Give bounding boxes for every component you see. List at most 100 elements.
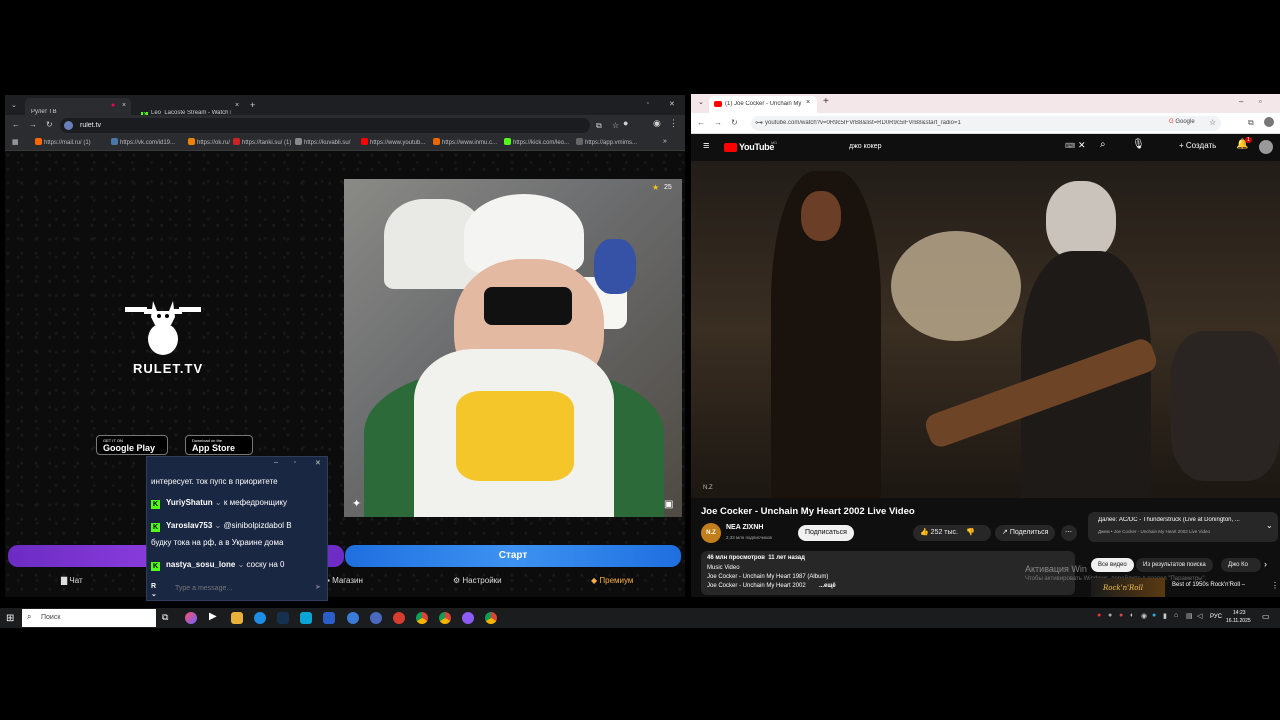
channel-name[interactable]: NEA ZIXNH bbox=[726, 524, 763, 531]
recommended-thumbnail[interactable]: Rock'n'Roll bbox=[1091, 578, 1165, 597]
close-tab-icon[interactable]: × bbox=[806, 99, 810, 106]
extensions-icon[interactable]: ⧉ bbox=[1248, 118, 1254, 128]
copilot-icon[interactable] bbox=[185, 612, 197, 624]
network-icon[interactable]: ▤ bbox=[1186, 612, 1193, 620]
reload-icon[interactable]: ↻ bbox=[731, 118, 738, 127]
chat-username[interactable]: YuriyShatun bbox=[166, 498, 213, 507]
bookmark-kick[interactable]: https://kick.com/leo... bbox=[504, 138, 569, 146]
nav-premium[interactable]: ◆ Премиум bbox=[591, 576, 633, 585]
notification-center-icon[interactable]: ▭ bbox=[1262, 612, 1270, 621]
chevron-down-icon[interactable]: ⌄ bbox=[1266, 521, 1273, 530]
youtube-logo-text[interactable]: YouTube bbox=[739, 142, 774, 152]
filter-chip-search[interactable]: Из результатов поиска bbox=[1136, 558, 1213, 572]
restore-icon[interactable]: ▫ bbox=[1259, 97, 1262, 106]
bookmark-star-icon[interactable]: ☆ bbox=[1209, 118, 1216, 127]
terminal-icon[interactable]: ▶ bbox=[209, 611, 217, 622]
clear-search-icon[interactable]: ✕ bbox=[1078, 140, 1086, 151]
filter-chip-all[interactable]: Все видео bbox=[1091, 558, 1134, 572]
more-options-icon[interactable]: ⋮ bbox=[1271, 581, 1279, 590]
opera-icon[interactable] bbox=[393, 612, 405, 624]
tray-icon[interactable]: ◉ bbox=[1141, 612, 1147, 620]
close-tab-icon[interactable]: × bbox=[235, 102, 239, 109]
create-button[interactable]: + Создать bbox=[1179, 141, 1216, 150]
bookmark-inmu[interactable]: https://www.inmu.c... bbox=[433, 138, 497, 146]
chat-app-icon[interactable] bbox=[300, 612, 312, 624]
file-explorer-icon[interactable] bbox=[231, 612, 243, 624]
microphone-icon[interactable]: 🎙 bbox=[1132, 139, 1145, 150]
popup-close-icon[interactable]: ✕ bbox=[315, 459, 321, 467]
install-app-icon[interactable]: ⧉ bbox=[596, 121, 602, 131]
menu-dots-icon[interactable]: ⋮ bbox=[669, 118, 678, 129]
thumbs-down-icon[interactable]: 👎 bbox=[966, 529, 975, 536]
forward-icon[interactable]: → bbox=[714, 118, 722, 127]
channel-avatar[interactable]: N.Z bbox=[701, 523, 721, 543]
steam-icon[interactable] bbox=[277, 612, 289, 624]
profile-icon[interactable]: ◉ bbox=[653, 118, 661, 129]
popup-minimize-icon[interactable]: – bbox=[274, 459, 278, 466]
clock-date[interactable]: 16.11.2025 bbox=[1226, 618, 1251, 624]
site-info-icon[interactable] bbox=[64, 121, 73, 130]
user-avatar-icon[interactable]: R ⌄ bbox=[151, 583, 162, 598]
more-actions-button[interactable]: ⋯ bbox=[1061, 525, 1077, 541]
language-indicator[interactable]: РУС bbox=[1210, 614, 1222, 620]
back-icon[interactable]: ← bbox=[697, 118, 705, 127]
tray-icon[interactable]: ◐ bbox=[1130, 612, 1134, 619]
site-info-icon[interactable]: ⊶ bbox=[755, 118, 763, 127]
chevron-right-icon[interactable]: › bbox=[1264, 559, 1267, 569]
chat-username[interactable]: nastya_sosu_lone bbox=[166, 560, 235, 569]
chrome-icon[interactable] bbox=[485, 612, 497, 624]
browser-icon[interactable] bbox=[347, 612, 359, 624]
new-tab-icon[interactable]: + bbox=[823, 96, 829, 107]
app-store-button[interactable]: Download on the App Store bbox=[185, 435, 253, 455]
window-close-icon[interactable]: ✕ bbox=[669, 100, 675, 108]
popup-maximize-icon[interactable]: ▫ bbox=[294, 459, 296, 466]
video-description[interactable]: 46 млн просмотров 11 лет назад Music Vid… bbox=[701, 551, 1075, 595]
new-tab-icon[interactable]: + bbox=[250, 100, 255, 110]
youtube-video-player[interactable]: N.Z bbox=[691, 161, 1280, 498]
vpn-icon[interactable] bbox=[370, 612, 382, 624]
account-avatar-icon[interactable] bbox=[1259, 140, 1273, 154]
minimize-icon[interactable]: – bbox=[1239, 97, 1243, 106]
more-bookmarks-icon[interactable]: » bbox=[663, 138, 667, 145]
filter-chip-joe[interactable]: Джо Ко bbox=[1221, 558, 1261, 572]
chat-message-input[interactable] bbox=[175, 581, 310, 595]
youtube-search-input[interactable]: джо кокер bbox=[849, 143, 882, 150]
apps-grid-icon[interactable]: ▦ bbox=[12, 138, 19, 146]
tray-icon[interactable]: ⌂ bbox=[1174, 612, 1178, 619]
task-view-icon[interactable]: ⧉ bbox=[162, 612, 168, 623]
bookmark-ok[interactable]: https://ok.ru/ bbox=[188, 138, 230, 146]
tab-youtube[interactable]: (1) Joe Cocker - Unchain My H... × bbox=[709, 96, 817, 113]
tray-icon[interactable]: ● bbox=[1097, 612, 1101, 619]
clock-time[interactable]: 14:23 bbox=[1233, 610, 1246, 616]
bookmark-kuvabli[interactable]: https://kuvabli.su/ bbox=[295, 138, 350, 146]
chrome-icon[interactable] bbox=[416, 612, 428, 624]
effects-icon[interactable]: ✦ bbox=[352, 497, 361, 510]
tab-list-icon[interactable]: ⌄ bbox=[11, 101, 17, 109]
volume-icon[interactable]: ◁ bbox=[1197, 612, 1202, 620]
bookmark-vk[interactable]: https://vk.com/id19... bbox=[111, 138, 175, 146]
show-more-link[interactable]: ...ещё bbox=[819, 583, 836, 589]
tray-icon[interactable]: ▮ bbox=[1163, 612, 1167, 620]
subscribe-button[interactable]: Подписаться bbox=[798, 525, 854, 541]
bookmark-star-icon[interactable]: ☆ bbox=[612, 121, 619, 130]
search-icon[interactable]: ⌕ bbox=[1100, 139, 1106, 150]
windows-start-icon[interactable]: ⊞ bbox=[6, 613, 14, 624]
webcam-video[interactable]: ★ 25 ▣ ✦ bbox=[344, 179, 682, 517]
extension-icon[interactable]: ● bbox=[623, 118, 628, 128]
chrome-icon[interactable] bbox=[439, 612, 451, 624]
tab-kick[interactable]: KLeo_Lacoste Stream - Watch L... × bbox=[135, 98, 245, 119]
google-search-chip[interactable]: G Google bbox=[1169, 119, 1195, 125]
bookmark-mail[interactable]: https://mail.ru/ (1) bbox=[35, 138, 91, 146]
tab-rulet[interactable]: Рулет ТВ ● × bbox=[25, 98, 131, 115]
right-url-bar[interactable]: ⊶ youtube.com/watch?v=0R9c5IFVrB8&list=R… bbox=[751, 116, 1221, 131]
up-next-card[interactable]: Далее: AC/DC - Thunderstruck (Live at Do… bbox=[1088, 512, 1278, 542]
bookmark-youtube[interactable]: https://www.youtub... bbox=[361, 138, 425, 146]
fullscreen-icon[interactable]: ▣ bbox=[664, 499, 673, 510]
profile-avatar-icon[interactable] bbox=[1264, 117, 1274, 127]
close-tab-icon[interactable]: × bbox=[122, 102, 126, 109]
tray-icon[interactable]: ● bbox=[1119, 612, 1123, 619]
tray-icon[interactable]: ● bbox=[1108, 612, 1112, 619]
keyboard-icon[interactable]: ⌨ bbox=[1065, 142, 1075, 150]
left-url-bar[interactable]: rulet.tv ⧉ ☆ bbox=[60, 118, 619, 133]
bookmark-app[interactable]: https://app.vmims... bbox=[576, 138, 637, 146]
